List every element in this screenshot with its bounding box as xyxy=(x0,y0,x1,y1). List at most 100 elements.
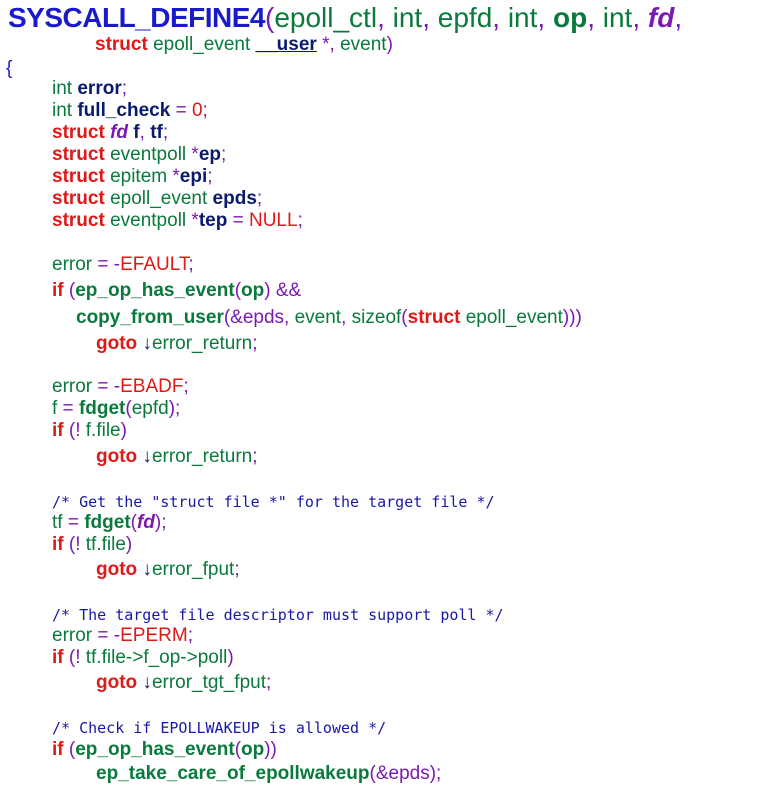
code-token: , xyxy=(284,307,295,328)
code-token: (& xyxy=(223,307,243,328)
code-token: = xyxy=(57,398,79,419)
code-token: NULL xyxy=(248,210,298,231)
code-line: error = -EFAULT; xyxy=(52,254,194,276)
code-token: SYSCALL_DEFINE4 xyxy=(8,2,266,33)
code-token: ; xyxy=(121,78,127,99)
code-token: , xyxy=(139,122,151,143)
code-token: goto xyxy=(96,333,138,354)
code-token: * xyxy=(172,166,180,187)
code-token: , xyxy=(341,307,352,328)
code-token: if xyxy=(52,534,64,555)
code-line: error = -EBADF; xyxy=(52,376,189,398)
code-token: op xyxy=(552,2,588,33)
code-token: full_check xyxy=(77,100,171,121)
code-token: { xyxy=(6,58,13,79)
code-token: ep_op_has_event xyxy=(75,280,235,301)
code-token: op xyxy=(241,280,265,301)
code-token: EFAULT xyxy=(120,254,189,275)
code-token: ) xyxy=(120,420,127,441)
code-token: goto xyxy=(96,446,138,467)
code-token: (! xyxy=(63,534,86,555)
code-token: ep_take_care_of_epollwakeup xyxy=(96,763,370,784)
code-line: f = fdget(epfd); xyxy=(52,398,180,420)
code-token: ); xyxy=(429,763,442,784)
code-token: EBADF xyxy=(120,376,184,397)
code-token: = - xyxy=(92,254,121,275)
code-token: , xyxy=(674,2,683,33)
code-token: ↓ xyxy=(137,446,152,467)
code-token: struct xyxy=(95,34,148,55)
code-token: ) xyxy=(386,34,393,55)
code-token: error xyxy=(52,376,93,397)
code-token: ); xyxy=(154,512,167,533)
code-line: /* The target file descriptor must suppo… xyxy=(52,604,504,626)
code-line: { xyxy=(6,58,12,80)
code-line: copy_from_user(&epds, event, sizeof(stru… xyxy=(76,307,582,329)
code-line: struct eventpoll *tep = NULL; xyxy=(52,210,303,232)
code-line: struct eventpoll *ep; xyxy=(52,144,226,166)
code-token: ↓ xyxy=(137,559,152,580)
code-token: error xyxy=(52,254,93,275)
code-token: ; xyxy=(297,210,303,231)
code-token: error xyxy=(77,78,122,99)
code-token: fdget xyxy=(78,398,126,419)
code-line: if (ep_op_has_event(op)) xyxy=(52,739,277,761)
code-token: ( xyxy=(265,2,275,33)
code-token: epds xyxy=(212,188,257,209)
code-token: = - xyxy=(92,625,121,646)
code-token: copy_from_user xyxy=(76,307,224,328)
code-token: ) xyxy=(227,647,234,668)
code-token: ( xyxy=(63,280,76,301)
code-token: ep xyxy=(198,144,222,165)
code-token: tf.file->f_op->poll xyxy=(85,647,228,668)
code-token: ; xyxy=(221,144,227,165)
code-line: if (! tf.file->f_op->poll) xyxy=(52,647,234,669)
code-token: ) xyxy=(125,534,133,555)
code-token: /* Get the "struct file *" for the targe… xyxy=(52,493,495,511)
code-token: ; xyxy=(256,188,263,209)
code-line: if (! tf.file) xyxy=(52,534,132,556)
code-token: * xyxy=(191,144,199,165)
code-token: fdget xyxy=(84,512,131,533)
code-token: , xyxy=(632,2,648,33)
code-token: error_fput xyxy=(151,559,235,580)
code-token: ep_op_has_event xyxy=(75,739,235,760)
code-token: struct xyxy=(52,188,105,209)
code-line: if (! f.file) xyxy=(52,420,127,442)
code-token: ; xyxy=(187,625,193,646)
code-token: tf.file xyxy=(85,534,126,555)
code-token: epds xyxy=(388,763,430,784)
code-token: ; xyxy=(252,333,258,354)
code-token: ↓ xyxy=(137,333,152,354)
code-token: epitem xyxy=(104,166,173,187)
code-token: epoll_event xyxy=(460,307,563,328)
code-listing: SYSCALL_DEFINE4(epoll_ctl, int, epfd, in… xyxy=(0,0,778,794)
code-token: , xyxy=(587,2,603,33)
code-token: )) xyxy=(264,739,277,760)
code-token: if xyxy=(52,280,64,301)
code-token: int xyxy=(602,2,633,33)
code-token: if xyxy=(52,420,64,441)
code-token: if xyxy=(52,647,64,668)
code-line: int error; xyxy=(52,78,127,100)
code-token: ; xyxy=(183,376,189,397)
code-line: goto ↓error_tgt_fput; xyxy=(96,672,271,694)
code-token: struct xyxy=(52,210,105,231)
code-token: epfd xyxy=(437,2,493,33)
code-line: struct epoll_event __user *, event) xyxy=(95,34,393,56)
code-line: int full_check = 0; xyxy=(52,100,208,122)
code-token: , xyxy=(329,34,341,55)
code-token: ↓ xyxy=(137,672,152,693)
code-line: struct epoll_event epds; xyxy=(52,188,262,210)
code-token: struct xyxy=(52,166,105,187)
code-line: goto ↓error_fput; xyxy=(96,559,240,581)
code-token: op xyxy=(241,739,265,760)
code-token: ; xyxy=(234,559,240,580)
code-token: int xyxy=(392,2,423,33)
code-token: ); xyxy=(168,398,181,419)
code-token: EPERM xyxy=(120,625,188,646)
code-token: = xyxy=(170,100,192,121)
code-token: error_return xyxy=(151,333,253,354)
code-token: epds xyxy=(242,307,285,328)
code-token: goto xyxy=(96,672,138,693)
